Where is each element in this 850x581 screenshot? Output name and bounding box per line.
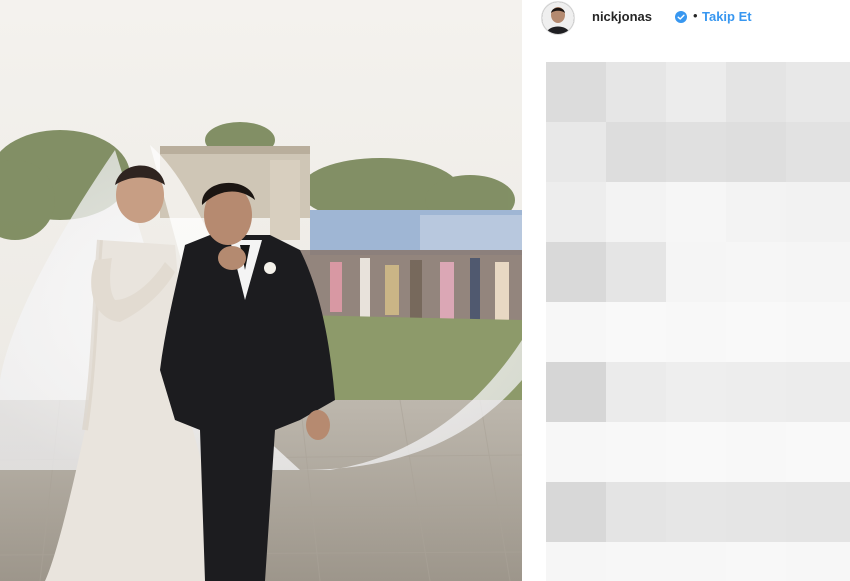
blurred-comment-cell [666, 122, 726, 182]
blurred-comment-cell [546, 122, 606, 182]
blurred-comment-cell [786, 62, 850, 122]
blurred-comment-cell [606, 422, 666, 482]
blurred-comment-cell [666, 542, 726, 581]
blurred-comment-cell [546, 482, 606, 542]
blurred-comment-cell [666, 242, 726, 302]
follow-button[interactable]: Takip Et [702, 9, 752, 24]
blurred-comment-cell [666, 182, 726, 242]
post-photo [0, 0, 522, 581]
blurred-comment-cell [606, 242, 666, 302]
blurred-comment-cell [546, 362, 606, 422]
blurred-comment-cell [606, 182, 666, 242]
blurred-comment-cell [606, 302, 666, 362]
blurred-comment-cell [726, 242, 786, 302]
separator-dot: • [693, 8, 698, 23]
blurred-comment-cell [666, 422, 726, 482]
blurred-comment-cell [606, 542, 666, 581]
blurred-comment-cell [606, 122, 666, 182]
blurred-comment-cell [606, 482, 666, 542]
blurred-comment-cell [606, 62, 666, 122]
blurred-comment-cell [666, 62, 726, 122]
verified-badge-icon [675, 10, 687, 23]
blurred-comments [546, 62, 850, 581]
blurred-comment-cell [726, 362, 786, 422]
blurred-comment-cell [786, 242, 850, 302]
blurred-comment-cell [666, 302, 726, 362]
blurred-comment-cell [726, 302, 786, 362]
blurred-comment-cell [786, 302, 850, 362]
username[interactable]: nickjonas [592, 9, 652, 24]
blurred-comment-cell [546, 422, 606, 482]
blurred-comment-cell [726, 182, 786, 242]
blurred-comment-cell [546, 302, 606, 362]
blurred-comment-cell [666, 362, 726, 422]
blurred-comment-cell [726, 62, 786, 122]
blurred-comment-cell [786, 542, 850, 581]
blurred-comment-cell [786, 422, 850, 482]
blurred-comment-cell [666, 482, 726, 542]
avatar[interactable] [542, 2, 574, 34]
post-side-panel: nickjonas • Takip Et [522, 0, 850, 581]
blurred-comment-cell [546, 62, 606, 122]
blurred-comment-cell [786, 122, 850, 182]
blurred-comment-cell [546, 242, 606, 302]
post-header: nickjonas • Takip Et [522, 0, 850, 36]
blurred-comment-cell [786, 482, 850, 542]
blurred-comment-cell [546, 542, 606, 581]
blurred-comment-cell [786, 362, 850, 422]
blurred-comment-cell [726, 482, 786, 542]
blurred-comment-cell [786, 182, 850, 242]
blurred-comment-cell [726, 422, 786, 482]
blurred-comment-cell [546, 182, 606, 242]
blurred-comment-cell [606, 362, 666, 422]
blurred-comment-cell [726, 542, 786, 581]
blurred-comment-cell [726, 122, 786, 182]
